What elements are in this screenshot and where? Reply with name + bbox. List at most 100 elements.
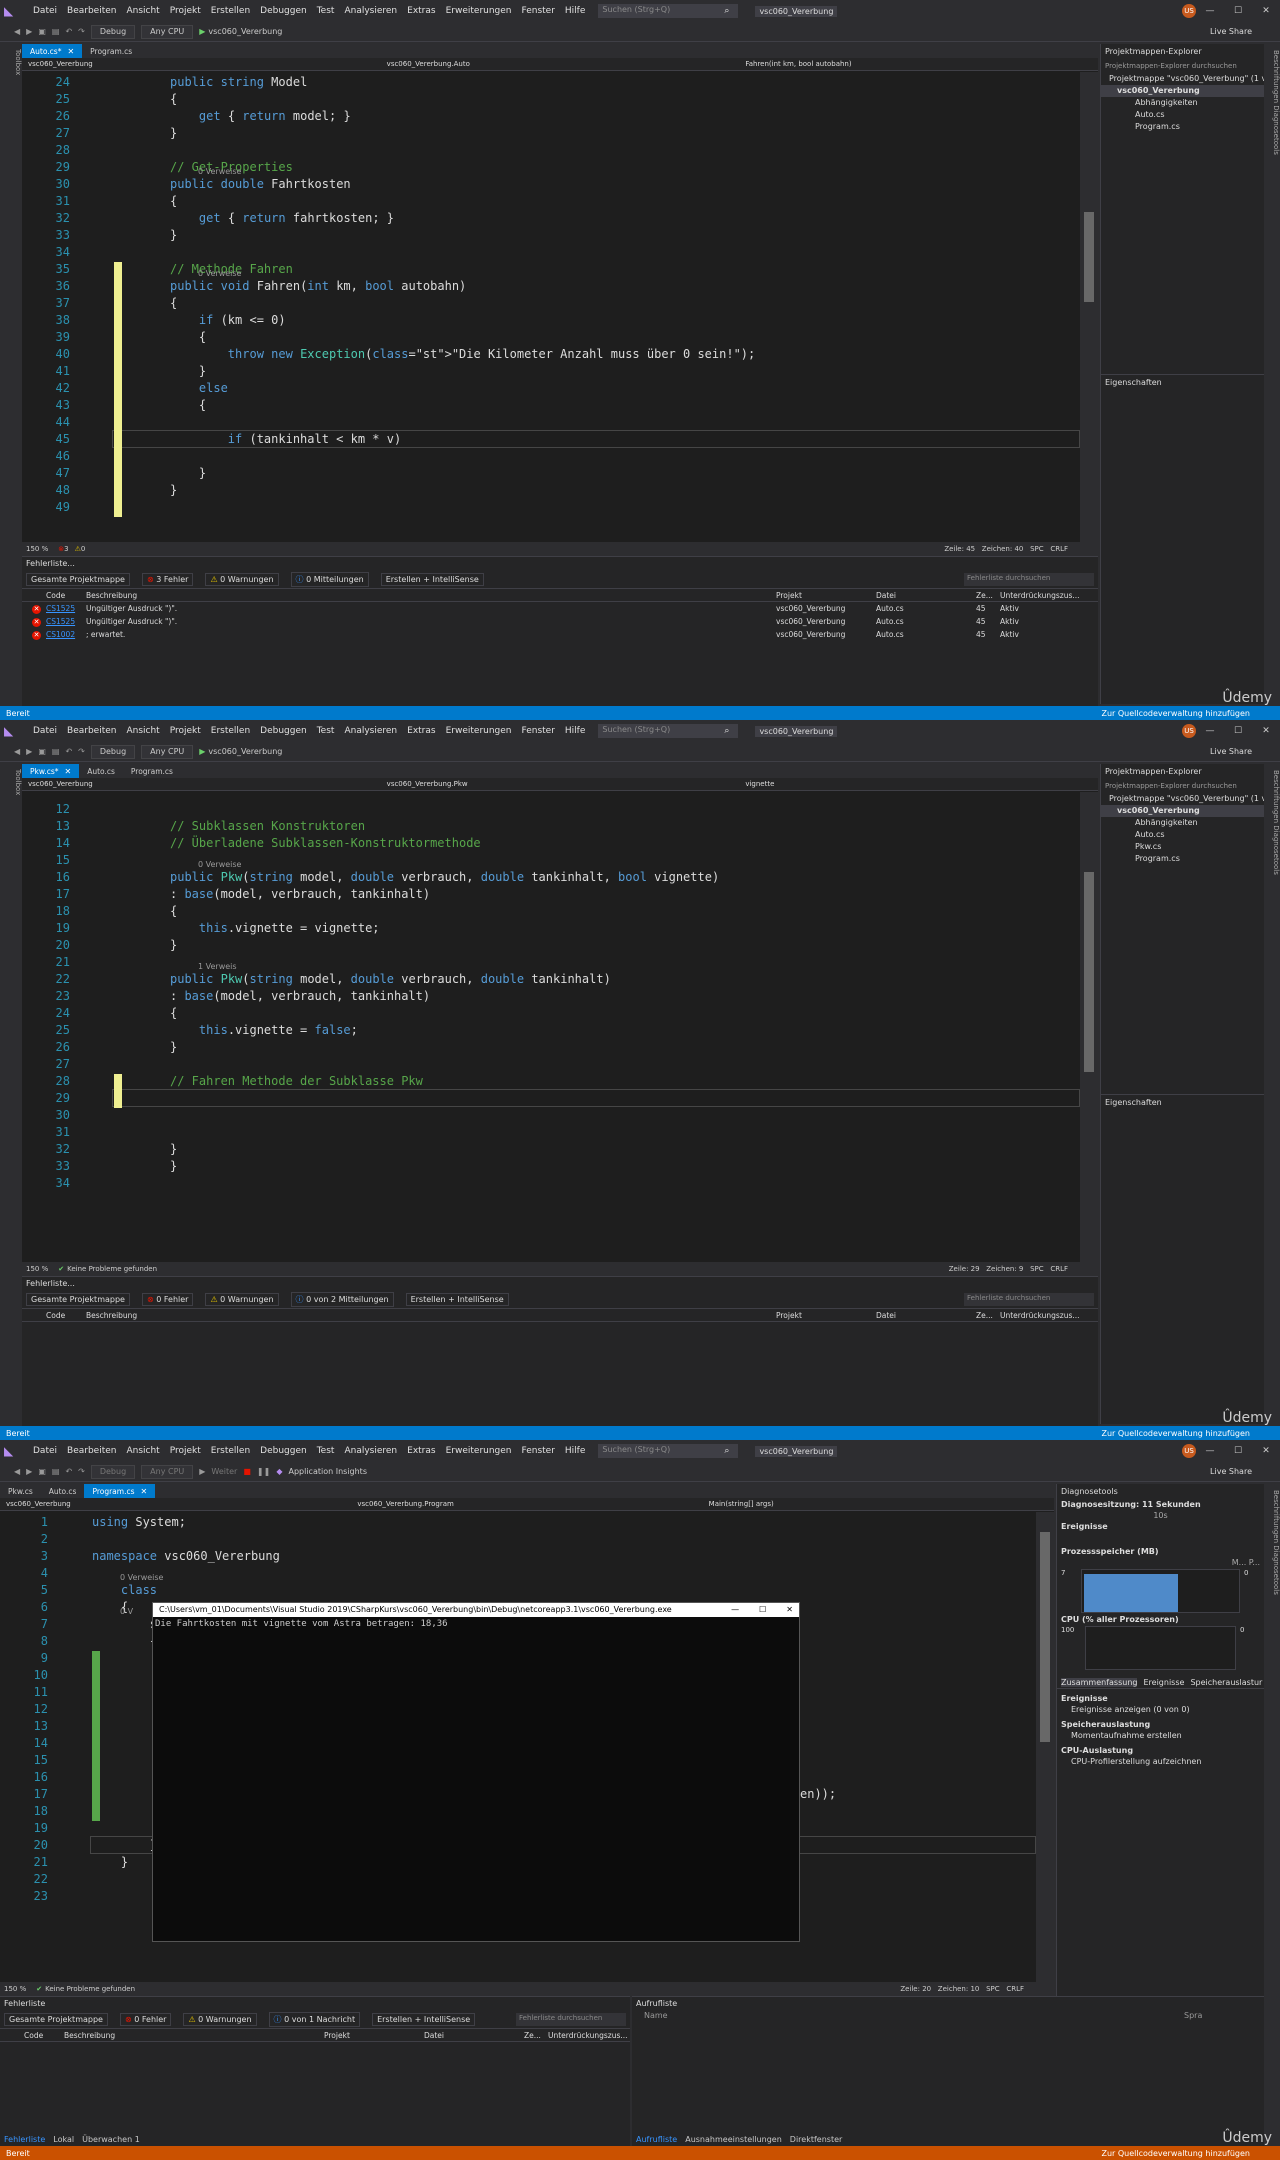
vertical-scrollbar[interactable] bbox=[1080, 792, 1098, 1262]
maximize-icon[interactable]: ☐ bbox=[1224, 726, 1252, 736]
menu-debuggen[interactable]: Debuggen bbox=[260, 6, 307, 16]
table-row[interactable]: ✕ CS1525 Ungültiger Ausdruck ")". vsc060_Ve… bbox=[22, 602, 1098, 615]
code-line[interactable]: { bbox=[170, 92, 177, 106]
nav-class[interactable]: vsc060_Vererbung.Program bbox=[351, 1500, 702, 1508]
nav-member[interactable]: vignette bbox=[739, 780, 1098, 788]
config-dropdown[interactable]: Debug bbox=[90, 744, 136, 759]
continue-icon[interactable]: ▶ bbox=[199, 1467, 205, 1476]
code-line[interactable]: // Fahren Methode der Subklasse Pkw bbox=[170, 1074, 423, 1088]
cpu-profile-button[interactable]: CPU-Profilerstellung aufzeichnen bbox=[1057, 1756, 1264, 1767]
menu-bearbeiten[interactable]: Bearbeiten bbox=[67, 726, 116, 736]
search-input[interactable]: Suchen (Strg+Q) bbox=[598, 724, 739, 738]
problems-status[interactable]: Keine Probleme gefunden bbox=[45, 1985, 135, 1993]
tree-item[interactable]: Auto.cs bbox=[1101, 109, 1264, 121]
tab-events[interactable]: Ereignisse bbox=[1143, 1678, 1184, 1687]
menu-datei[interactable]: Datei bbox=[33, 1446, 57, 1456]
start-icon[interactable]: ▶ bbox=[199, 747, 205, 756]
undo-icon[interactable]: ↶ bbox=[65, 27, 72, 36]
scope-dropdown[interactable]: Gesamte Projektmappe bbox=[26, 573, 130, 586]
error-search-input[interactable]: Fehlerliste durchsuchen bbox=[964, 1293, 1094, 1306]
console-close-icon[interactable]: ✕ bbox=[786, 1605, 793, 1615]
table-row[interactable]: ✕ CS1525 Ungültiger Ausdruck ")". vsc060_Ve… bbox=[22, 615, 1098, 628]
menu-hilfe[interactable]: Hilfe bbox=[565, 6, 585, 16]
search-icon[interactable]: ⌕ bbox=[724, 6, 729, 16]
code-line[interactable]: public Pkw(string model, double verbrauc… bbox=[170, 972, 611, 986]
tree-item[interactable]: Auto.cs bbox=[1101, 829, 1264, 841]
code-lens[interactable]: 0 Verweise bbox=[198, 167, 241, 176]
vertical-scrollbar[interactable] bbox=[1036, 1512, 1054, 1982]
tab-program[interactable]: Program.cs bbox=[82, 44, 140, 58]
close-tab-icon[interactable]: ✕ bbox=[64, 767, 71, 776]
platform-dropdown[interactable]: Any CPU bbox=[141, 744, 194, 759]
menu-erweiterungen[interactable]: Erweiterungen bbox=[446, 6, 512, 16]
tab-exception-settings[interactable]: Ausnahmeeinstellungen bbox=[685, 2135, 782, 2144]
menu-debuggen[interactable]: Debuggen bbox=[260, 1446, 307, 1456]
menu-fenster[interactable]: Fenster bbox=[522, 1446, 555, 1456]
menu-debuggen[interactable]: Debuggen bbox=[260, 726, 307, 736]
menu-erstellen[interactable]: Erstellen bbox=[211, 6, 250, 16]
code-line[interactable]: get { return model; } bbox=[170, 109, 351, 123]
table-row[interactable]: ✕ CS1002; erwartet. vsc060_Vererbung Auto.c… bbox=[22, 628, 1098, 641]
menu-erweiterungen[interactable]: Erweiterungen bbox=[446, 726, 512, 736]
code-line[interactable]: if (km <= 0) bbox=[170, 313, 286, 327]
menu-bearbeiten[interactable]: Bearbeiten bbox=[67, 6, 116, 16]
start-button[interactable]: vsc060_Vererbung bbox=[208, 747, 282, 756]
source-control-button[interactable]: Zur Quellcodeverwaltung hinzufügen bbox=[1101, 2149, 1250, 2158]
code-line[interactable]: throw new Exception(class="st">"Die Kilo… bbox=[170, 347, 755, 361]
menu-analysieren[interactable]: Analysieren bbox=[344, 1446, 397, 1456]
code-lines[interactable]: 12 13 // Subklassen Konstruktoren 14 // Über… bbox=[22, 792, 1080, 1262]
code-line[interactable]: this.vignette = false; bbox=[170, 1023, 358, 1037]
show-events-link[interactable]: Ereignisse anzeigen (0 von 0) bbox=[1057, 1704, 1264, 1715]
menu-analysieren[interactable]: Analysieren bbox=[344, 726, 397, 736]
tree-item[interactable]: Projektmappe "vsc060_Vererbung" (1 v bbox=[1101, 73, 1266, 85]
messages-filter[interactable]: ⓘ 0 Mitteilungen bbox=[290, 572, 369, 587]
menu-ansicht[interactable]: Ansicht bbox=[126, 1446, 159, 1456]
code-editor[interactable]: Auto.cs* ✕ Program.cs vsc060_Vererbung vs… bbox=[22, 44, 1098, 556]
close-icon[interactable]: ✕ bbox=[1252, 726, 1280, 736]
forward-icon[interactable]: ▶ bbox=[26, 27, 32, 36]
config-dropdown[interactable]: Debug bbox=[90, 1464, 136, 1479]
code-line[interactable]: } bbox=[170, 938, 177, 952]
error-count[interactable]: 3 bbox=[64, 545, 68, 553]
zoom-level[interactable]: 150 % bbox=[26, 545, 48, 553]
code-lens[interactable]: 0 Verweise bbox=[120, 1573, 163, 1582]
code-line[interactable]: public double Fahrtkosten bbox=[170, 177, 351, 191]
back-icon[interactable]: ◀ bbox=[14, 1467, 20, 1476]
console-window[interactable]: C:\Users\vm_01\Documents\Visual Studio 2… bbox=[152, 1602, 800, 1942]
nav-member[interactable]: Fahren(int km, bool autobahn) bbox=[739, 60, 1098, 68]
back-icon[interactable]: ◀ bbox=[14, 747, 20, 756]
code-line[interactable]: } bbox=[170, 466, 206, 480]
tab-program[interactable]: Program.cs bbox=[123, 764, 181, 778]
tree-item[interactable]: Program.cs bbox=[1101, 121, 1264, 133]
toolbox-strip[interactable]: Toolbox bbox=[0, 43, 22, 702]
menu-bearbeiten[interactable]: Bearbeiten bbox=[67, 1446, 116, 1456]
platform-dropdown[interactable]: Any CPU bbox=[141, 1464, 194, 1479]
error-search-input[interactable]: Fehlerliste durchsuchen bbox=[516, 2013, 626, 2026]
menu-test[interactable]: Test bbox=[317, 726, 335, 736]
maximize-icon[interactable]: ☐ bbox=[1224, 6, 1252, 16]
warnings-filter[interactable]: ⚠ 0 Warnungen bbox=[205, 573, 279, 586]
nav-class[interactable]: vsc060_Vererbung.Auto bbox=[381, 60, 740, 68]
forward-icon[interactable]: ▶ bbox=[26, 1467, 32, 1476]
messages-filter[interactable]: ⓘ 0 von 1 Nachricht bbox=[268, 2012, 361, 2027]
close-icon[interactable]: ✕ bbox=[1252, 6, 1280, 16]
config-dropdown[interactable]: Debug bbox=[90, 24, 136, 39]
menu-extras[interactable]: Extras bbox=[407, 726, 435, 736]
source-control-button[interactable]: Zur Quellcodeverwaltung hinzufügen bbox=[1101, 1429, 1250, 1438]
live-share-button[interactable]: Live Share bbox=[1210, 27, 1252, 36]
errors-filter[interactable]: ⊗ 0 Fehler bbox=[141, 1293, 194, 1306]
code-lens[interactable]: 0 Verweise bbox=[198, 269, 241, 278]
new-file-icon[interactable]: ▣ bbox=[38, 27, 46, 36]
zoom-level[interactable]: 150 % bbox=[4, 1985, 26, 1993]
code-line[interactable]: // Subklassen Konstruktoren bbox=[170, 819, 365, 833]
avatar[interactable]: US bbox=[1182, 724, 1196, 738]
stop-icon[interactable]: ■ bbox=[243, 1467, 251, 1476]
menu-hilfe[interactable]: Hilfe bbox=[565, 726, 585, 736]
code-line[interactable]: : base(model, verbrauch, tankinhalt) bbox=[170, 989, 430, 1003]
code-line[interactable]: public string Model bbox=[170, 75, 307, 89]
messages-filter[interactable]: ⓘ 0 von 2 Mitteilungen bbox=[290, 1292, 394, 1307]
back-icon[interactable]: ◀ bbox=[14, 27, 20, 36]
code-line[interactable]: { bbox=[170, 1006, 177, 1020]
errors-filter[interactable]: ⊗ 0 Fehler bbox=[119, 2013, 172, 2026]
code-lens[interactable]: 1 Verweis bbox=[198, 962, 237, 971]
